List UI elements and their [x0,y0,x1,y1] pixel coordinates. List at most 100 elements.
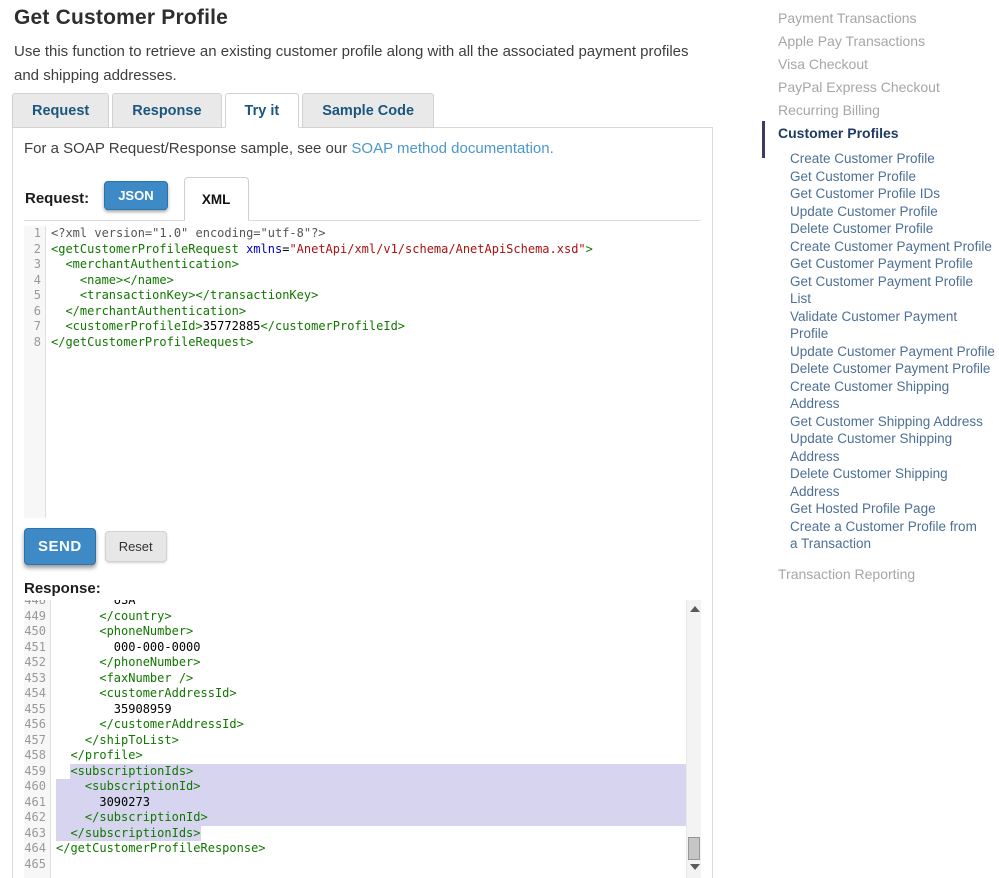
code-line: 462 </subscriptionId> [24,810,686,826]
active-section-indicator [762,121,765,158]
code-segment: <merchantAuthentication> [65,257,238,273]
code-text: <phoneNumber> [51,624,686,640]
response-code-viewer[interactable]: 448 USA449 </country>450 <phoneNumber>45… [24,600,701,878]
sidebar-item-get-hosted-profile-page[interactable]: Get Hosted Profile Page [762,500,996,518]
code-line: 5 <transactionKey></transactionKey> [24,288,701,304]
code-segment: <name></name> [80,273,174,289]
json-format-button[interactable]: JSON [104,181,167,210]
code-segment: </getCustomerProfileResponse> [56,841,266,857]
code-text: <transactionKey></transactionKey> [46,288,701,304]
line-number: 1 [24,226,46,242]
code-segment: xmlns [246,242,282,258]
line-number: 459 [24,764,51,780]
line-number: 461 [24,795,51,811]
soap-note-text: For a SOAP Request/Response sample, see … [24,140,351,157]
sidebar-nav: Payment Transactions Apple Pay Transactio… [762,10,999,589]
code-segment [239,242,246,258]
code-segment [56,609,99,625]
scroll-up-arrow-icon[interactable] [690,606,700,612]
code-line: 449 </country> [24,609,686,625]
line-number: 458 [24,748,51,764]
scrollbar-thumb[interactable] [688,837,700,860]
line-number: 455 [24,702,51,718]
sidebar-item-label: Create a Customer Profile from a Transac… [790,518,982,553]
send-button[interactable]: SEND [24,528,96,565]
sidebar-item-recurring-billing[interactable]: Recurring Billing [762,102,999,118]
code-segment: </customerProfileId> [261,319,406,335]
sidebar-item-paypal-express-checkout[interactable]: PayPal Express Checkout [762,79,999,95]
soap-note: For a SOAP Request/Response sample, see … [24,140,701,157]
code-line: 454 <customerAddressId> [24,686,686,702]
sidebar-item-get-customer-payment-profile-list[interactable]: Get Customer Payment Profile List [762,273,996,308]
code-text: </subscriptionId> [51,810,686,826]
sidebar-item-apple-pay-transactions[interactable]: Apple Pay Transactions [762,33,999,49]
code-line: 464</getCustomerProfileResponse> [24,841,686,857]
tab-request[interactable]: Request [12,93,109,128]
soap-doc-link[interactable]: SOAP method documentation. [351,140,553,157]
code-segment: > [586,242,593,258]
tab-response[interactable]: Response [112,93,221,128]
sidebar-item-update-customer-payment-profile[interactable]: Update Customer Payment Profile [762,343,996,361]
sidebar-item-delete-customer-payment-profile[interactable]: Delete Customer Payment Profile [762,360,996,378]
request-code-editor[interactable]: 1<?xml version="1.0" encoding="utf-8"?>2… [24,226,701,518]
code-segment [56,655,99,671]
reset-button[interactable]: Reset [105,531,167,562]
code-line: 461 3090273 [24,795,686,811]
selection-highlight-fill [150,795,686,811]
xml-format-tab[interactable]: XML [184,177,249,221]
sidebar-item-get-customer-profile[interactable]: Get Customer Profile [762,168,996,186]
code-segment: USA [56,600,135,609]
sidebar-item-create-customer-payment-profile[interactable]: Create Customer Payment Profile [762,238,996,256]
sidebar-item-get-customer-profile-ids[interactable]: Get Customer Profile IDs [762,185,996,203]
code-line: 7 <customerProfileId>35772885</customerP… [24,319,701,335]
tab-try-it[interactable]: Try it [225,93,300,128]
sidebar-item-get-customer-shipping-address[interactable]: Get Customer Shipping Address [762,413,996,431]
code-line: 460 <subscriptionId> [24,779,686,795]
sidebar-item-update-customer-profile[interactable]: Update Customer Profile [762,203,996,221]
sidebar-item-delete-customer-profile[interactable]: Delete Customer Profile [762,220,996,238]
code-segment: 000-000-0000 [56,640,201,656]
sidebar-item-validate-customer-payment-profile[interactable]: Validate Customer Payment Profile [762,308,996,343]
code-line: 2<getCustomerProfileRequest xmlns="AnetA… [24,242,701,258]
sidebar-item-create-a-customer-profile-from-a-transaction[interactable]: Create a Customer Profile from a Transac… [762,518,996,553]
code-segment: <subscriptionId> [85,779,201,795]
code-segment: </shipToList> [85,733,179,749]
code-text: <?xml version="1.0" encoding="utf-8"?> [46,226,701,242]
code-segment: = [282,242,289,258]
code-segment [56,733,85,749]
page-description: Use this function to retrieve an existin… [14,40,712,88]
line-number: 465 [24,857,51,873]
sidebar-item-payment-transactions[interactable]: Payment Transactions [762,10,999,26]
sidebar-item-get-customer-payment-profile[interactable]: Get Customer Payment Profile [762,255,996,273]
request-format-row: Request: JSON XML [24,176,701,221]
code-line: 455 35908959 [24,702,686,718]
code-segment: <transactionKey></transactionKey> [80,288,318,304]
scroll-down-arrow-icon[interactable] [690,864,700,870]
sidebar-item-update-customer-shipping-address[interactable]: Update Customer Shipping Address [762,430,996,465]
tab-sample-code[interactable]: Sample Code [302,93,434,128]
line-number: 5 [24,288,46,304]
request-label: Request: [25,190,89,207]
code-text: <subscriptionIds> [51,764,686,780]
line-number: 462 [24,810,51,826]
code-segment [56,810,85,826]
sidebar-item-create-customer-profile[interactable]: Create Customer Profile [762,150,996,168]
code-segment: </subscriptionIds> [70,826,200,842]
sidebar-item-create-customer-shipping-address[interactable]: Create Customer Shipping Address [762,378,996,413]
code-segment: 35908959 [56,702,172,718]
code-segment: 35772885 [203,319,261,335]
sidebar-item-customer-profiles[interactable]: Customer Profiles [762,125,999,141]
response-scrollbar[interactable] [686,600,701,878]
code-segment [51,319,65,335]
code-segment [51,304,65,320]
sidebar-item-transaction-reporting[interactable]: Transaction Reporting [762,566,999,582]
code-segment: </subscriptionId> [85,810,208,826]
sidebar-item-delete-customer-shipping-address[interactable]: Delete Customer Shipping Address [762,465,996,500]
code-segment [56,671,99,687]
code-line: 458 </profile> [24,748,686,764]
line-number: 450 [24,624,51,640]
code-line: 6 </merchantAuthentication> [24,304,701,320]
response-code-rows: 448 USA449 </country>450 <phoneNumber>45… [24,600,686,872]
tab-bar: RequestResponseTry itSample Code [12,93,713,127]
sidebar-item-visa-checkout[interactable]: Visa Checkout [762,56,999,72]
